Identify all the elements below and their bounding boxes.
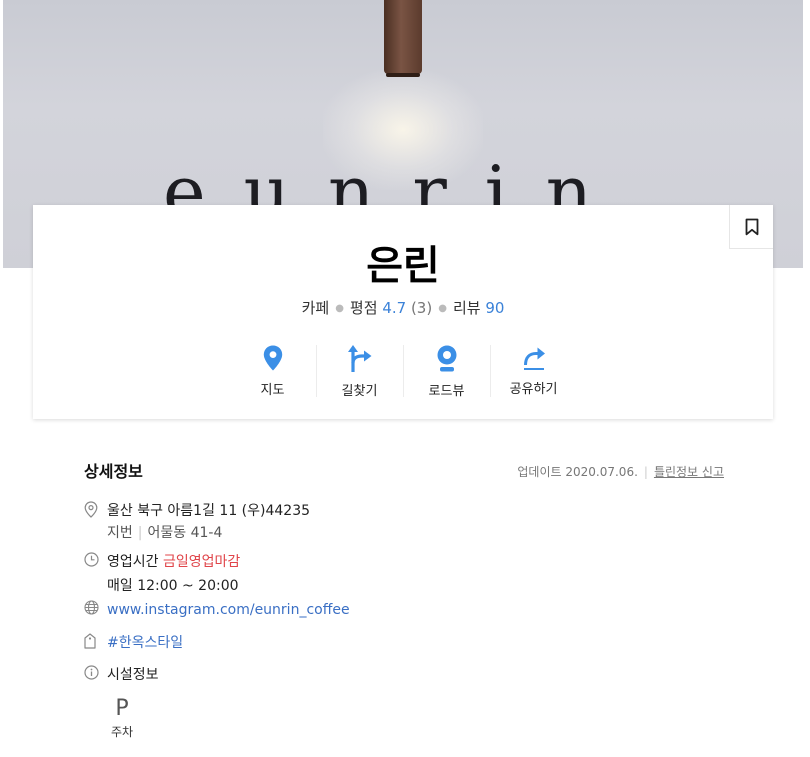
- detail-update-info: 업데이트 2020.07.06. | 틀린정보 신고: [517, 465, 724, 479]
- place-meta: 카페 ● 평점 4.7 (3) ● 리뷰 90: [301, 299, 505, 317]
- detail-header: 상세정보 업데이트 2020.07.06. | 틀린정보 신고: [84, 458, 724, 484]
- parking-icon: P: [115, 696, 129, 721]
- lot-address: 어물동 41-4: [147, 525, 223, 541]
- clock-icon: [84, 552, 99, 567]
- website-link[interactable]: www.instagram.com/eunrin_coffee: [107, 602, 350, 618]
- update-date: 업데이트 2020.07.06.: [517, 465, 638, 479]
- address-row: 울산 북구 아름1길 11 (우)44235 지번 | 어물동 41-4: [84, 500, 310, 544]
- roadview-button[interactable]: 로드뷰: [403, 345, 490, 399]
- parking-label: 주차: [110, 725, 134, 739]
- category: 카페: [301, 299, 330, 317]
- pendant-lamp: [384, 0, 422, 77]
- rating-label: 평점: [349, 299, 378, 317]
- location-pin-icon: [84, 501, 98, 518]
- map-button[interactable]: 지도: [229, 345, 316, 398]
- place-name: 은린: [366, 243, 440, 289]
- tag-icon: [84, 633, 96, 649]
- review-label: 리뷰: [452, 299, 481, 317]
- hours-row: 영업시간 금일영업마감 매일 12:00 ~ 20:00: [84, 551, 240, 597]
- roadview-label: 로드뷰: [428, 384, 465, 399]
- map-pin-icon: [263, 345, 282, 371]
- directions-button[interactable]: 길찾기: [316, 345, 403, 399]
- share-button[interactable]: 공유하기: [490, 345, 577, 397]
- hours-line: 영업시간 금일영업마감: [107, 551, 240, 573]
- share-icon: [523, 347, 545, 370]
- review-count[interactable]: 90: [485, 299, 504, 317]
- tag-row: #한옥스타일: [84, 632, 183, 654]
- rating-count: (3): [410, 299, 433, 317]
- map-label: 지도: [260, 383, 285, 398]
- hours-detail: 매일 12:00 ~ 20:00: [107, 578, 239, 594]
- facilities-row: 시설정보: [84, 664, 159, 686]
- lot-address-line: 지번 | 어물동 41-4: [107, 525, 223, 541]
- hours-status: 금일영업마감: [162, 554, 241, 570]
- rating-value[interactable]: 4.7: [382, 299, 406, 317]
- lot-label: 지번: [107, 525, 133, 541]
- parking-facility: P 주차: [107, 696, 137, 740]
- directions-label: 길찾기: [341, 384, 378, 399]
- info-icon: [84, 665, 99, 680]
- hours-label: 영업시간: [107, 554, 159, 570]
- style-tag[interactable]: #한옥스타일: [107, 635, 183, 651]
- place-card: 은린 카페 ● 평점 4.7 (3) ● 리뷰 90 지도 길찾기 로드뷰 공유…: [33, 205, 773, 419]
- road-address: 울산 북구 아름1길 11 (우)44235: [107, 503, 311, 519]
- report-error-link[interactable]: 틀린정보 신고: [654, 465, 724, 479]
- roadview-icon: [437, 345, 456, 372]
- detail-section: 상세정보 업데이트 2020.07.06. | 틀린정보 신고 울산 북구 아름1길…: [84, 458, 724, 739]
- facilities-label: 시설정보: [107, 667, 159, 683]
- globe-icon: [84, 600, 99, 615]
- action-bar: 지도 길찾기 로드뷰 공유하기: [33, 345, 773, 399]
- directions-icon: [347, 345, 371, 372]
- share-label: 공유하기: [509, 382, 558, 397]
- website-row: www.instagram.com/eunrin_coffee: [84, 599, 350, 621]
